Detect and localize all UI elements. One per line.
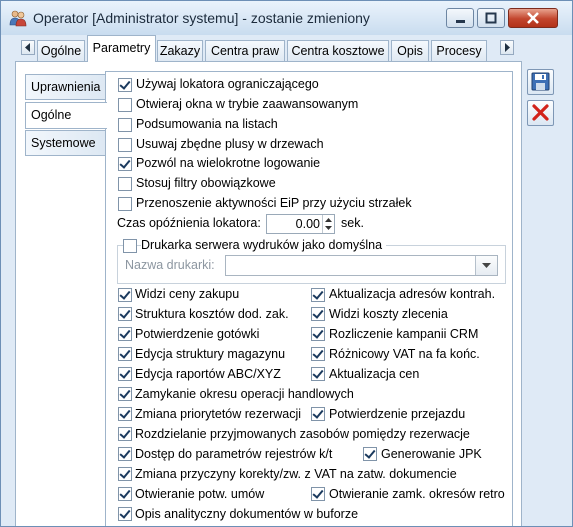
minimize-icon — [456, 20, 465, 23]
tab-zakazy[interactable]: Zakazy — [157, 40, 203, 61]
multiple-login-label: Pozwól na wielokrotne logowanie — [136, 156, 321, 170]
see-purchase-prices-label: Widzi ceny zakupu — [135, 287, 240, 301]
locator-delay-value: 0.00 — [295, 217, 320, 231]
arrow-left-icon — [25, 43, 30, 52]
abc-xyz-reports-edit-checkbox[interactable] — [118, 367, 132, 381]
open-closed-periods-retro-label: Otwieranie zamk. okresów retro — [329, 487, 505, 501]
printer-dropdown-button[interactable] — [475, 256, 497, 275]
split-resources-reservations-checkbox[interactable] — [118, 427, 132, 441]
open-closed-periods-retro-checkbox[interactable] — [311, 487, 325, 501]
mandatory-filters-label: Stosuj filtry obowiązkowe — [136, 176, 276, 190]
multiple-login-checkbox[interactable] — [118, 157, 132, 171]
register-parameters-access-label: Dostęp do parametrów rejestrów k/t — [135, 447, 333, 461]
eip-arrows-checkbox[interactable] — [118, 197, 132, 211]
advanced-mode-windows-checkbox[interactable] — [118, 98, 132, 112]
tab-scroll-left-button[interactable] — [21, 40, 35, 55]
tab-centra-praw[interactable]: Centra praw — [205, 40, 285, 61]
locator-delay-spinner[interactable]: 0.00 — [266, 214, 335, 234]
window-title: Operator [Administrator systemu] - zosta… — [33, 10, 370, 26]
arrow-right-icon — [505, 43, 510, 52]
see-order-costs-checkbox[interactable] — [311, 307, 325, 321]
side-tab-uprawnienia[interactable]: Uprawnienia — [25, 74, 105, 100]
tab-ogolne[interactable]: Ogólne — [37, 40, 85, 61]
printer-name-combo[interactable] — [225, 255, 498, 276]
locator-delay-label: Czas opóźnienia lokatora: — [117, 216, 261, 230]
cancel-button[interactable] — [527, 100, 554, 126]
operator-window: Operator [Administrator systemu] - zosta… — [0, 0, 573, 527]
additional-cost-structure-label: Struktura kosztów dod. zak. — [135, 307, 289, 321]
close-window-button[interactable] — [508, 8, 558, 28]
tab-parametry[interactable]: Parametry — [87, 35, 156, 62]
maximize-icon — [485, 12, 497, 24]
eip-arrows-label: Przenoszenie aktywności EiP przy użyciu … — [136, 196, 412, 210]
list-summaries-label: Podsumowania na listach — [136, 117, 278, 131]
side-tab-ogolne[interactable]: Ogólne — [25, 102, 107, 129]
minimize-button[interactable] — [446, 8, 474, 28]
list-summaries-checkbox[interactable] — [118, 118, 132, 132]
vat-correction-reason-change-checkbox[interactable] — [118, 467, 132, 481]
trip-confirmation-label: Potwierdzenie przejazdu — [329, 407, 466, 421]
change-reservation-priorities-checkbox[interactable] — [118, 407, 132, 421]
price-update-label: Aktualizacja cen — [329, 367, 420, 381]
save-button[interactable] — [527, 69, 554, 95]
use-restricting-locator-checkbox[interactable] — [118, 78, 132, 92]
price-update-checkbox[interactable] — [311, 367, 325, 381]
tab-procesy[interactable]: Procesy — [431, 40, 487, 61]
tab-scroll-right-button[interactable] — [500, 40, 514, 55]
side-tab-systemowe[interactable]: Systemowe — [25, 130, 105, 156]
advanced-mode-windows-label: Otwieraj okna w trybie zaawansowanym — [136, 97, 359, 111]
warehouse-structure-edit-label: Edycja struktury magazynu — [135, 347, 286, 361]
server-printer-default-checkbox[interactable] — [123, 239, 137, 253]
jpk-generation-checkbox[interactable] — [363, 447, 377, 461]
trip-confirmation-checkbox[interactable] — [311, 407, 325, 421]
chevron-down-icon — [482, 263, 491, 268]
cash-confirmation-checkbox[interactable] — [118, 327, 132, 341]
close-trade-period-label: Zamykanie okresu operacji handlowych — [135, 387, 354, 401]
title-bar[interactable]: Operator [Administrator systemu] - zosta… — [1, 1, 572, 35]
differential-vat-label: Różnicowy VAT na fa końc. — [329, 347, 480, 361]
spinner-up-down-icon — [325, 218, 332, 230]
locator-delay-unit: sek. — [341, 216, 364, 230]
analytic-description-buffer-label: Opis analityczny dokumentów w buforze — [135, 507, 359, 521]
close-icon — [527, 12, 539, 24]
update-contractor-addresses-label: Aktualizacja adresów kontrah. — [329, 287, 496, 301]
analytic-description-buffer-checkbox[interactable] — [118, 507, 132, 521]
update-contractor-addresses-checkbox[interactable] — [311, 288, 325, 302]
printer-name-label: Nazwa drukarki: — [125, 258, 215, 272]
mandatory-filters-checkbox[interactable] — [118, 177, 132, 191]
crm-campaign-settlement-checkbox[interactable] — [311, 327, 325, 341]
remove-tree-pluses-label: Usuwaj zbędne plusy w drzewach — [136, 137, 324, 151]
differential-vat-checkbox[interactable] — [311, 347, 325, 361]
see-order-costs-label: Widzi koszty zlecenia — [329, 307, 448, 321]
jpk-generation-label: Generowanie JPK — [381, 447, 482, 461]
close-trade-period-checkbox[interactable] — [118, 387, 132, 401]
additional-cost-structure-checkbox[interactable] — [118, 307, 132, 321]
split-resources-reservations-label: Rozdzielanie przyjmowanych zasobów pomię… — [135, 427, 470, 441]
open-contract-confirmations-label: Otwieranie potw. umów — [135, 487, 265, 501]
warehouse-structure-edit-checkbox[interactable] — [118, 347, 132, 361]
tab-opis[interactable]: Opis — [391, 40, 429, 61]
open-contract-confirmations-checkbox[interactable] — [118, 487, 132, 501]
red-x-icon — [532, 104, 549, 121]
operator-users-icon — [9, 10, 27, 27]
change-reservation-priorities-label: Zmiana priorytetów rezerwacji — [135, 407, 302, 421]
vat-correction-reason-change-label: Zmiana przyczyny korekty/zw. z VAT na za… — [135, 467, 457, 481]
register-parameters-access-checkbox[interactable] — [118, 447, 132, 461]
see-purchase-prices-checkbox[interactable] — [118, 288, 132, 302]
remove-tree-pluses-checkbox[interactable] — [118, 138, 132, 152]
crm-campaign-settlement-label: Rozliczenie kampanii CRM — [329, 327, 479, 341]
cash-confirmation-label: Potwierdzenie gotówki — [135, 327, 260, 341]
floppy-disk-icon — [531, 72, 550, 91]
abc-xyz-reports-edit-label: Edycja raportów ABC/XYZ — [135, 367, 281, 381]
tab-centra-kosztowe[interactable]: Centra kosztowe — [287, 40, 389, 61]
spinner-arrows[interactable] — [322, 215, 334, 233]
maximize-button[interactable] — [477, 8, 505, 28]
server-printer-default-label: Drukarka serwera wydruków jako domyślna — [141, 238, 387, 252]
use-restricting-locator-label: Używaj lokatora ograniczającego — [136, 77, 319, 91]
